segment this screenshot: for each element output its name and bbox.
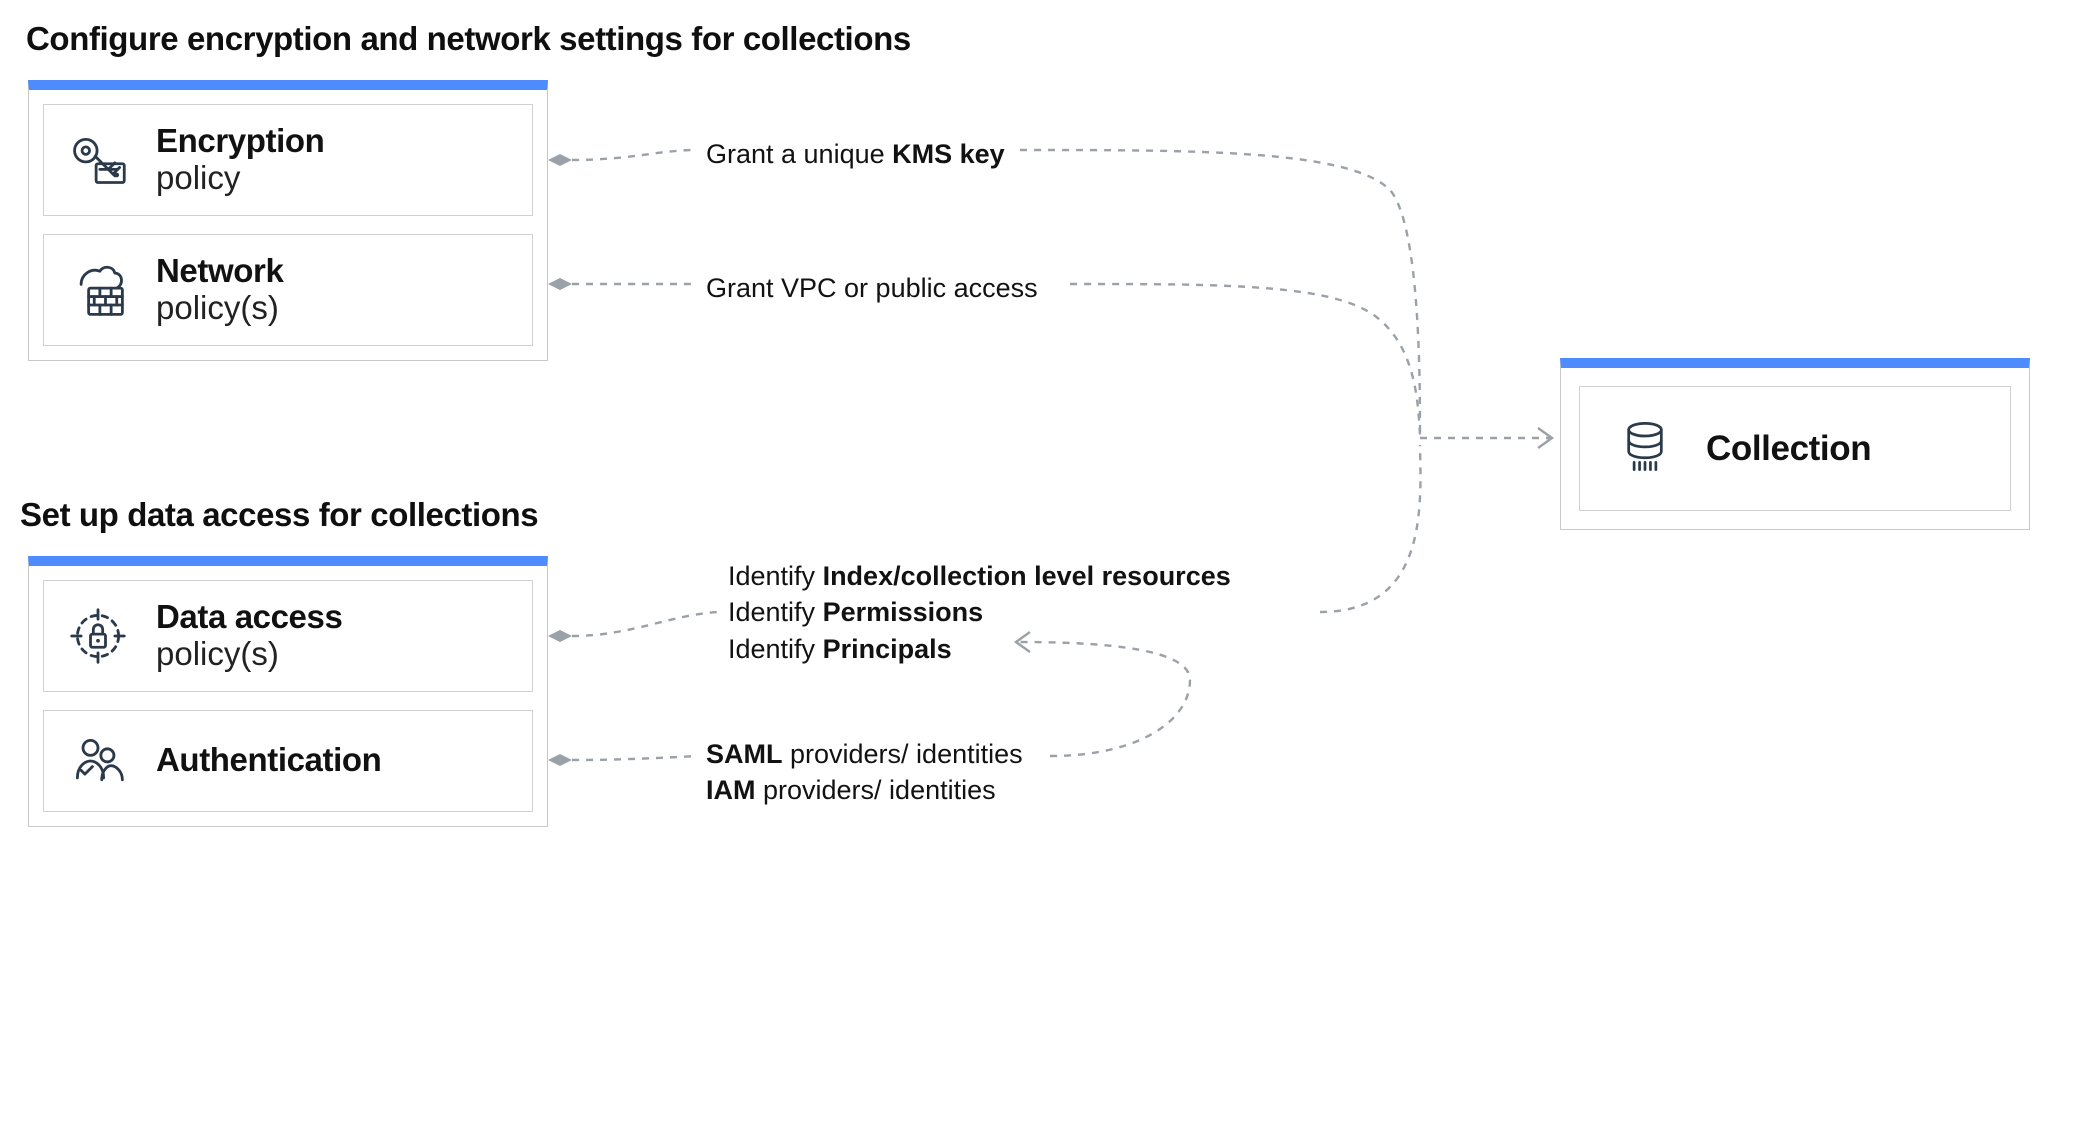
- card-subtitle: policy(s): [156, 636, 342, 673]
- panel-collection: Collection: [1560, 358, 2030, 530]
- card-authentication: Authentication: [43, 710, 533, 812]
- section-title-configure: Configure encryption and network setting…: [26, 20, 911, 58]
- lock-target-icon: [66, 604, 130, 668]
- users-icon: [66, 729, 130, 793]
- edge-label-identify: Identify Index/collection level resource…: [728, 558, 1231, 667]
- firewall-icon: [66, 258, 130, 322]
- edge-label-vpc: Grant VPC or public access: [706, 270, 1038, 306]
- edge-label-auth: SAML providers/ identities IAM providers…: [706, 736, 1023, 809]
- database-icon: [1616, 417, 1674, 480]
- diagram-stage: Configure encryption and network setting…: [20, 20, 2060, 1105]
- collection-title: Collection: [1706, 429, 1871, 469]
- card-collection: Collection: [1579, 386, 2011, 511]
- section-title-access: Set up data access for collections: [20, 496, 538, 534]
- panel-access: Data access policy(s) Authentication: [28, 556, 548, 827]
- card-subtitle: policy: [156, 160, 324, 197]
- card-data-access-policy: Data access policy(s): [43, 580, 533, 692]
- panel-configure: Encryption policy: [28, 80, 548, 361]
- edge-label-kms: Grant a unique KMS key: [706, 136, 1005, 172]
- card-subtitle: policy(s): [156, 290, 283, 327]
- card-title: Encryption: [156, 123, 324, 160]
- card-network-policy: Network policy(s): [43, 234, 533, 346]
- card-title: Data access: [156, 599, 342, 636]
- card-encryption-policy: Encryption policy: [43, 104, 533, 216]
- card-title: Authentication: [156, 742, 381, 779]
- key-icon: [66, 128, 130, 192]
- card-title: Network: [156, 253, 283, 290]
